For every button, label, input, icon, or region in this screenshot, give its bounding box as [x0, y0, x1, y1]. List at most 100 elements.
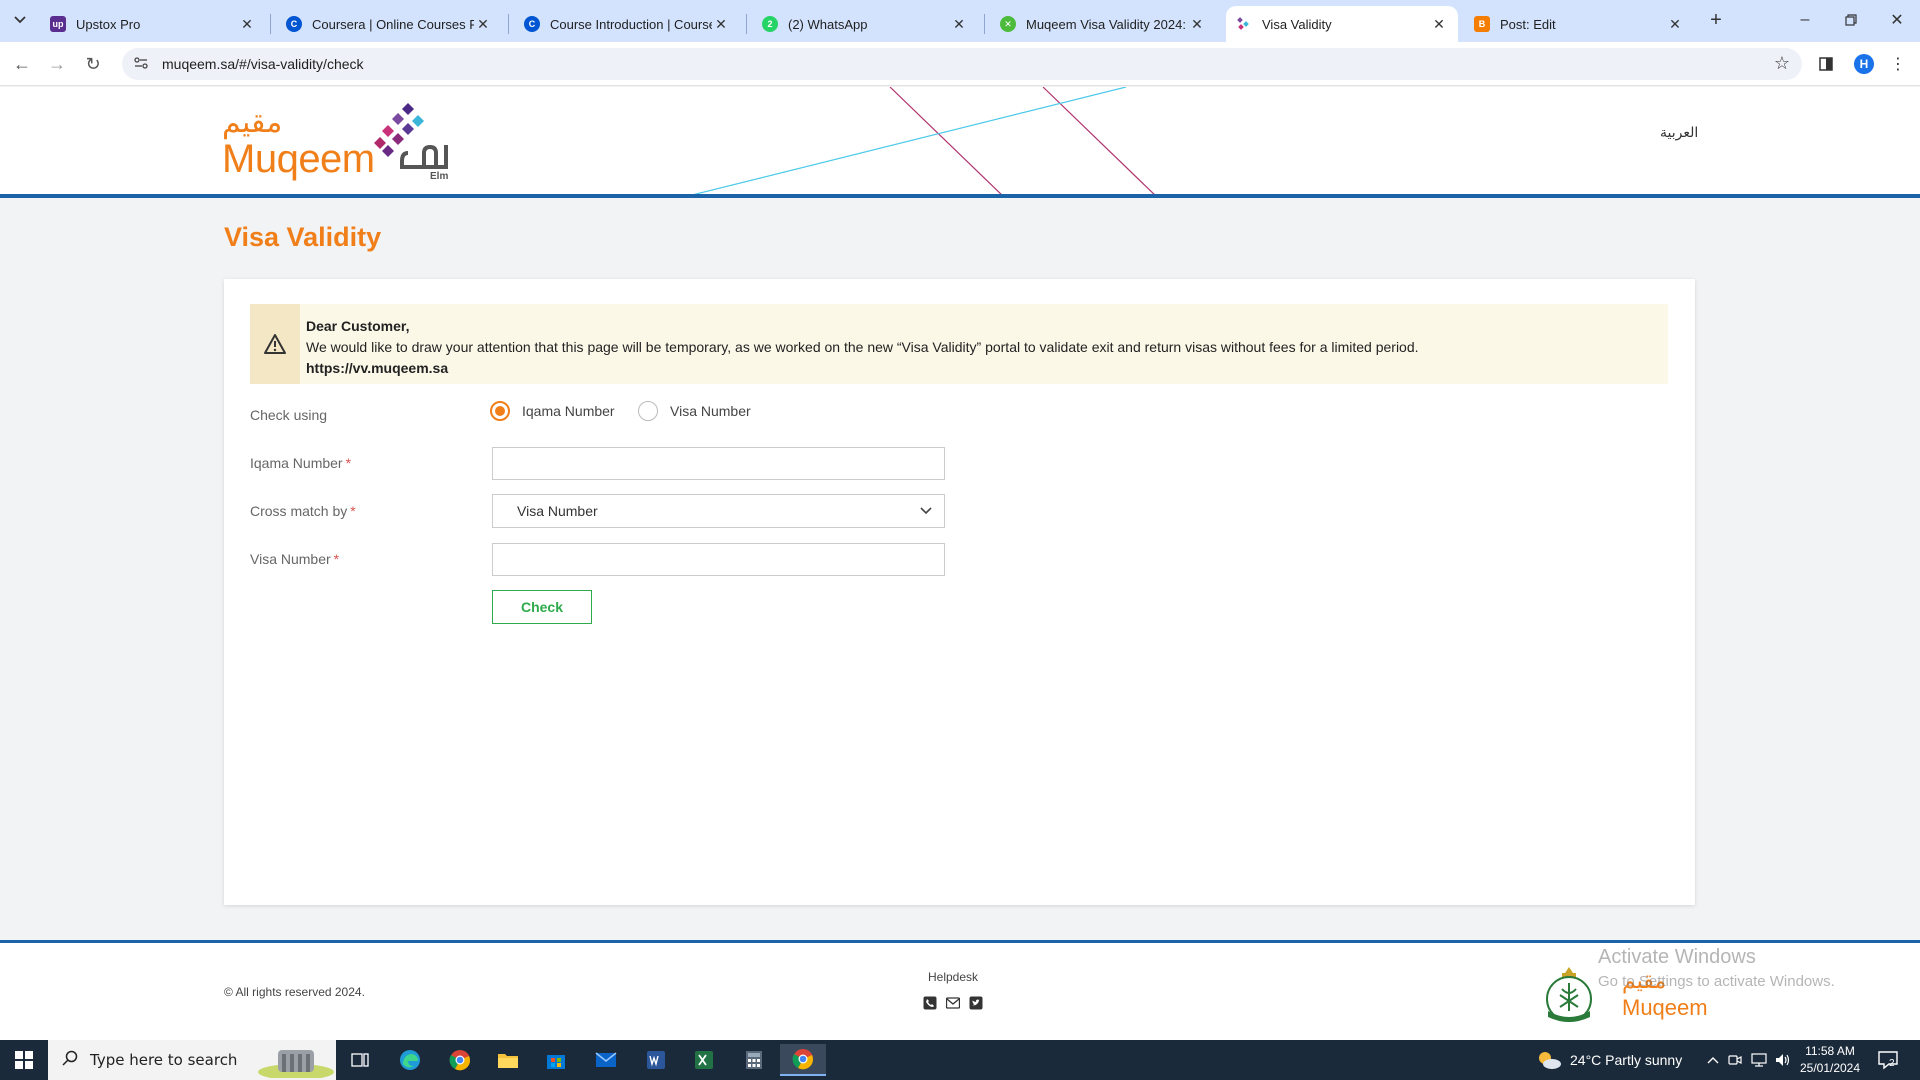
chevron-up-icon[interactable]	[1704, 1052, 1722, 1068]
visa-label-text: Visa Number	[250, 551, 331, 567]
chrome-icon[interactable]	[440, 1044, 480, 1076]
visa-number-label: Visa Number *	[250, 551, 339, 567]
required-mark: *	[345, 455, 352, 471]
meet-now-icon[interactable]	[1726, 1052, 1744, 1068]
close-icon[interactable]: ✕	[1666, 15, 1684, 33]
required-mark: *	[350, 503, 356, 519]
volume-icon[interactable]	[1774, 1052, 1792, 1068]
tab-search-chevron-icon[interactable]	[6, 8, 34, 32]
browser-toolbar: ← → ↻ muqeem.sa/#/visa-validity/check ☆ …	[0, 42, 1920, 86]
site-info-icon[interactable]	[134, 56, 148, 72]
calculator-icon[interactable]	[734, 1044, 774, 1076]
side-panel-icon[interactable]	[1814, 52, 1838, 76]
new-tab-plus-icon[interactable]: +	[1702, 8, 1730, 32]
weather-widget[interactable]: 24°C Partly sunny	[1536, 1040, 1682, 1080]
forward-arrow-icon[interactable]: →	[43, 50, 71, 78]
radio-iqama-number[interactable]: Iqama Number	[490, 401, 615, 421]
iqama-number-label: Iqama Number *	[250, 455, 351, 471]
windows-start-icon[interactable]	[0, 1040, 48, 1080]
mail-icon[interactable]	[586, 1044, 626, 1076]
tab-title: Post: Edit	[1500, 16, 1556, 32]
tab-title: (2) WhatsApp	[788, 16, 868, 32]
bookmark-star-icon[interactable]: ☆	[1774, 53, 1790, 74]
tab-coursera-intro[interactable]: C Course Introduction | Coursera ✕	[514, 6, 740, 42]
search-highlight-art-icon	[258, 1050, 334, 1078]
check-using-label: Check using	[250, 407, 327, 423]
tab-muqeem-blog[interactable]: ✕ Muqeem Visa Validity 2024: Ho ✕	[990, 6, 1216, 42]
muqeem-icon	[1236, 16, 1252, 32]
more-menu-icon[interactable]: ⋮	[1886, 52, 1910, 76]
page-title: Visa Validity	[224, 222, 382, 252]
whatsapp-icon: 2	[762, 16, 778, 32]
check-button[interactable]: Check	[492, 590, 592, 624]
email-icon[interactable]	[945, 995, 961, 1011]
muqeem-logo[interactable]: مقيم Muqeem	[222, 107, 375, 180]
excel-icon[interactable]	[684, 1044, 724, 1076]
network-icon[interactable]	[1750, 1052, 1768, 1068]
twitter-icon[interactable]	[968, 995, 984, 1011]
coursera-icon: C	[524, 16, 540, 32]
tab-visa-validity[interactable]: Visa Validity ✕	[1226, 6, 1458, 42]
chrome-running-icon[interactable]	[780, 1044, 826, 1076]
phone-icon[interactable]	[922, 995, 938, 1011]
taskbar-search-box[interactable]: Type here to search	[48, 1040, 336, 1080]
site-header: مقيم Muqeem Elm العربية	[0, 87, 1920, 198]
tab-whatsapp[interactable]: 2 (2) WhatsApp ✕	[752, 6, 978, 42]
microsoft-store-icon[interactable]	[536, 1044, 576, 1076]
radio-label: Iqama Number	[522, 403, 615, 419]
tab-upstox[interactable]: up Upstox Pro ✕	[40, 6, 266, 42]
cross-match-select[interactable]: Visa Number	[492, 494, 945, 528]
iqama-label-text: Iqama Number	[250, 455, 343, 471]
blog-icon: ✕	[1000, 16, 1016, 32]
taskbar-search-placeholder: Type here to search	[90, 1051, 238, 1069]
back-arrow-icon[interactable]: ←	[8, 50, 36, 78]
elm-logo-label: Elm	[430, 171, 449, 182]
notice-link[interactable]: https://vv.muqeem.sa	[306, 360, 448, 376]
tab-title: Upstox Pro	[76, 16, 141, 32]
iqama-number-input[interactable]	[492, 447, 945, 480]
profile-avatar[interactable]: H	[1852, 52, 1876, 76]
visa-number-input[interactable]	[492, 543, 945, 576]
footer-logo-english: Muqeem	[1622, 995, 1708, 1020]
browser-tab-strip: up Upstox Pro ✕ C Coursera | Online Cour…	[0, 0, 1920, 42]
close-icon[interactable]: ✕	[950, 15, 968, 33]
address-bar[interactable]: muqeem.sa/#/visa-validity/check ☆	[122, 48, 1802, 80]
profile-initial: H	[1854, 54, 1874, 74]
notice-text: Dear Customer, We would like to draw you…	[306, 316, 1419, 379]
elm-logo[interactable]: Elm	[372, 101, 454, 187]
tab-title: Coursera | Online Courses From	[312, 16, 474, 32]
clock-date: 25/01/2024	[1799, 1061, 1861, 1075]
system-clock[interactable]: 11:58 AM 25/01/2024	[1796, 1043, 1864, 1077]
notifications-icon[interactable]: 2	[1876, 1048, 1900, 1072]
close-icon[interactable]: ✕	[238, 15, 256, 33]
restore-icon[interactable]	[1828, 0, 1874, 40]
radio-selected-icon[interactable]	[490, 401, 510, 421]
close-icon[interactable]: ✕	[712, 15, 730, 33]
close-icon[interactable]: ✕	[1188, 15, 1206, 33]
saudi-emblem-icon	[1546, 967, 1592, 1022]
warning-icon	[250, 304, 300, 384]
tab-separator	[508, 14, 509, 34]
minimize-icon[interactable]: –	[1782, 0, 1828, 40]
reload-icon[interactable]: ↻	[79, 50, 107, 78]
notice-body: We would like to draw your attention tha…	[306, 339, 1419, 355]
tab-coursera-online[interactable]: C Coursera | Online Courses From ✕	[276, 6, 502, 42]
copyright-text: © All rights reserved 2024.	[224, 985, 365, 999]
radio-visa-number[interactable]: Visa Number	[638, 401, 751, 421]
tab-title: Muqeem Visa Validity 2024: Ho	[1026, 16, 1188, 32]
task-view-icon[interactable]	[340, 1044, 380, 1076]
upstox-icon: up	[50, 16, 66, 32]
radio-unselected-icon[interactable]	[638, 401, 658, 421]
chevron-down-icon[interactable]	[918, 502, 934, 521]
file-explorer-icon[interactable]	[488, 1044, 528, 1076]
window-close-icon[interactable]: ✕	[1874, 0, 1920, 40]
tab-separator	[984, 14, 985, 34]
close-icon[interactable]: ✕	[1430, 15, 1448, 33]
word-icon[interactable]	[636, 1044, 676, 1076]
cross-match-selected-value: Visa Number	[517, 503, 598, 519]
tab-post-edit[interactable]: B Post: Edit ✕	[1464, 6, 1694, 42]
close-icon[interactable]: ✕	[474, 15, 492, 33]
language-switch-link[interactable]: العربية	[1660, 125, 1698, 141]
cross-match-label: Cross match by *	[250, 503, 356, 519]
edge-browser-icon[interactable]	[390, 1044, 430, 1076]
